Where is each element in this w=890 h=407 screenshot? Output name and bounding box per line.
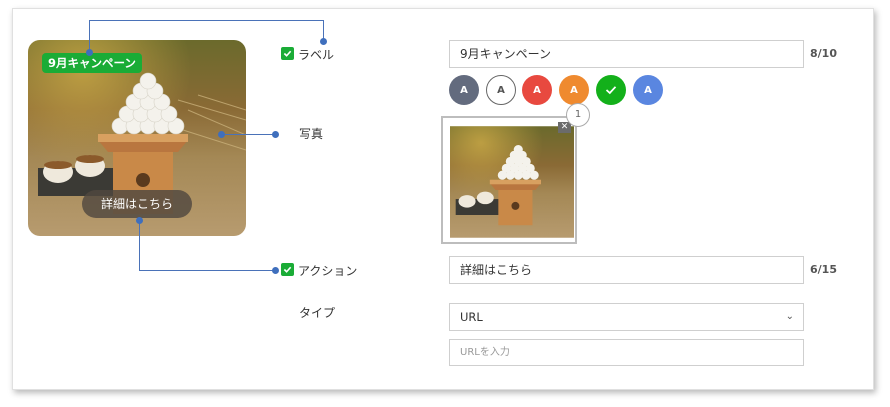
photo-field-label: 写真 <box>299 127 324 141</box>
check-icon <box>605 86 617 95</box>
color-swatch-white[interactable]: A <box>486 75 516 105</box>
connector-dot <box>320 38 327 45</box>
action-field-label: アクション <box>298 264 358 278</box>
thumbnail-image <box>450 126 574 238</box>
check-icon <box>283 50 292 57</box>
check-icon <box>283 266 292 273</box>
connector-dot <box>86 49 93 56</box>
connector-line <box>221 134 275 135</box>
connector-line <box>89 20 324 21</box>
type-select-value: URL <box>460 310 483 324</box>
color-swatch-blue[interactable]: A <box>633 75 663 105</box>
label-text-input[interactable]: 9月キャンペーン <box>449 40 804 68</box>
step-number-badge: 1 <box>566 103 590 127</box>
label-checkbox[interactable] <box>281 47 294 60</box>
connector-line <box>139 270 275 271</box>
connector-dot <box>136 217 143 224</box>
connector-dot <box>218 131 225 138</box>
action-char-count: 6/15 <box>810 263 837 276</box>
color-swatch-orange[interactable]: A <box>559 75 589 105</box>
color-swatch-red[interactable]: A <box>522 75 552 105</box>
label-field-label: ラベル <box>298 48 335 62</box>
action-button-preview: 詳細はこちら <box>82 190 192 218</box>
label-badge: 9月キャンペーン <box>42 53 142 73</box>
connector-dot <box>272 267 279 274</box>
label-char-count: 8/10 <box>810 47 837 60</box>
connector-line <box>139 220 140 270</box>
action-checkbox[interactable] <box>281 263 294 276</box>
type-field-label: タイプ <box>299 306 336 320</box>
connector-dot <box>272 131 279 138</box>
type-select[interactable]: URL ⌄ <box>449 303 804 331</box>
color-swatch-gray[interactable]: A <box>449 75 479 105</box>
url-input[interactable]: URLを入力 <box>449 339 804 366</box>
photo-thumbnail[interactable]: ✕ <box>441 116 577 244</box>
color-swatch-green-selected[interactable] <box>596 75 626 105</box>
action-text-input[interactable]: 詳細はこちら <box>449 256 804 284</box>
chevron-down-icon: ⌄ <box>785 311 794 322</box>
